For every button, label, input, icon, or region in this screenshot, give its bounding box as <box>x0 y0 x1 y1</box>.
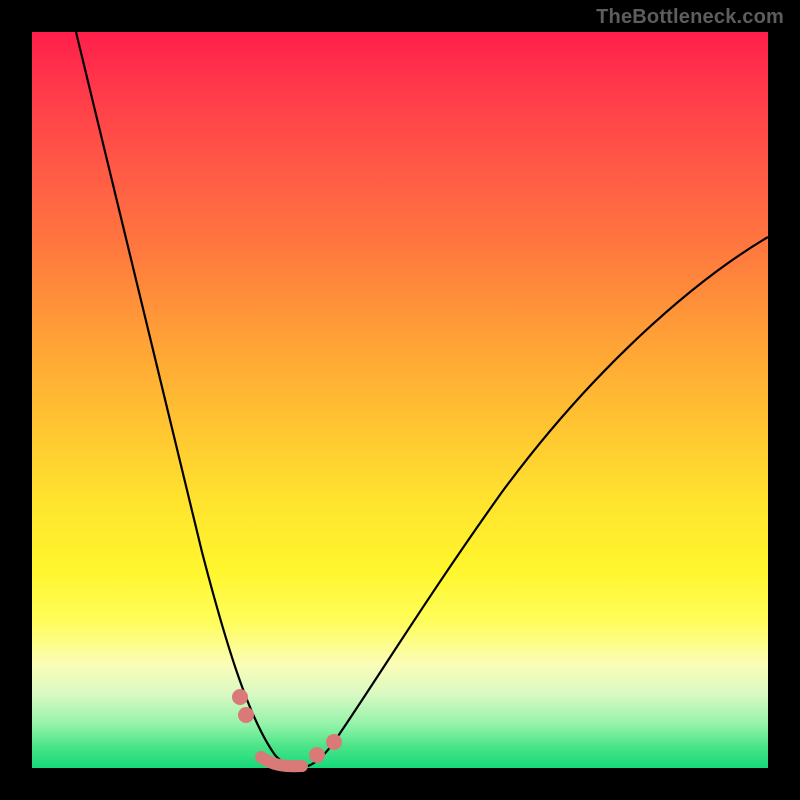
chart-stage: TheBottleneck.com <box>0 0 800 800</box>
marker-dot <box>232 689 248 705</box>
curve-right-branch <box>298 237 768 768</box>
marker-dot <box>238 707 254 723</box>
watermark-text: TheBottleneck.com <box>596 6 784 29</box>
curve-left-branch <box>76 32 298 768</box>
marker-dot <box>326 734 342 750</box>
trough-marker-segment <box>261 757 302 766</box>
bottleneck-curve-svg <box>32 32 768 768</box>
marker-dot <box>309 747 325 763</box>
